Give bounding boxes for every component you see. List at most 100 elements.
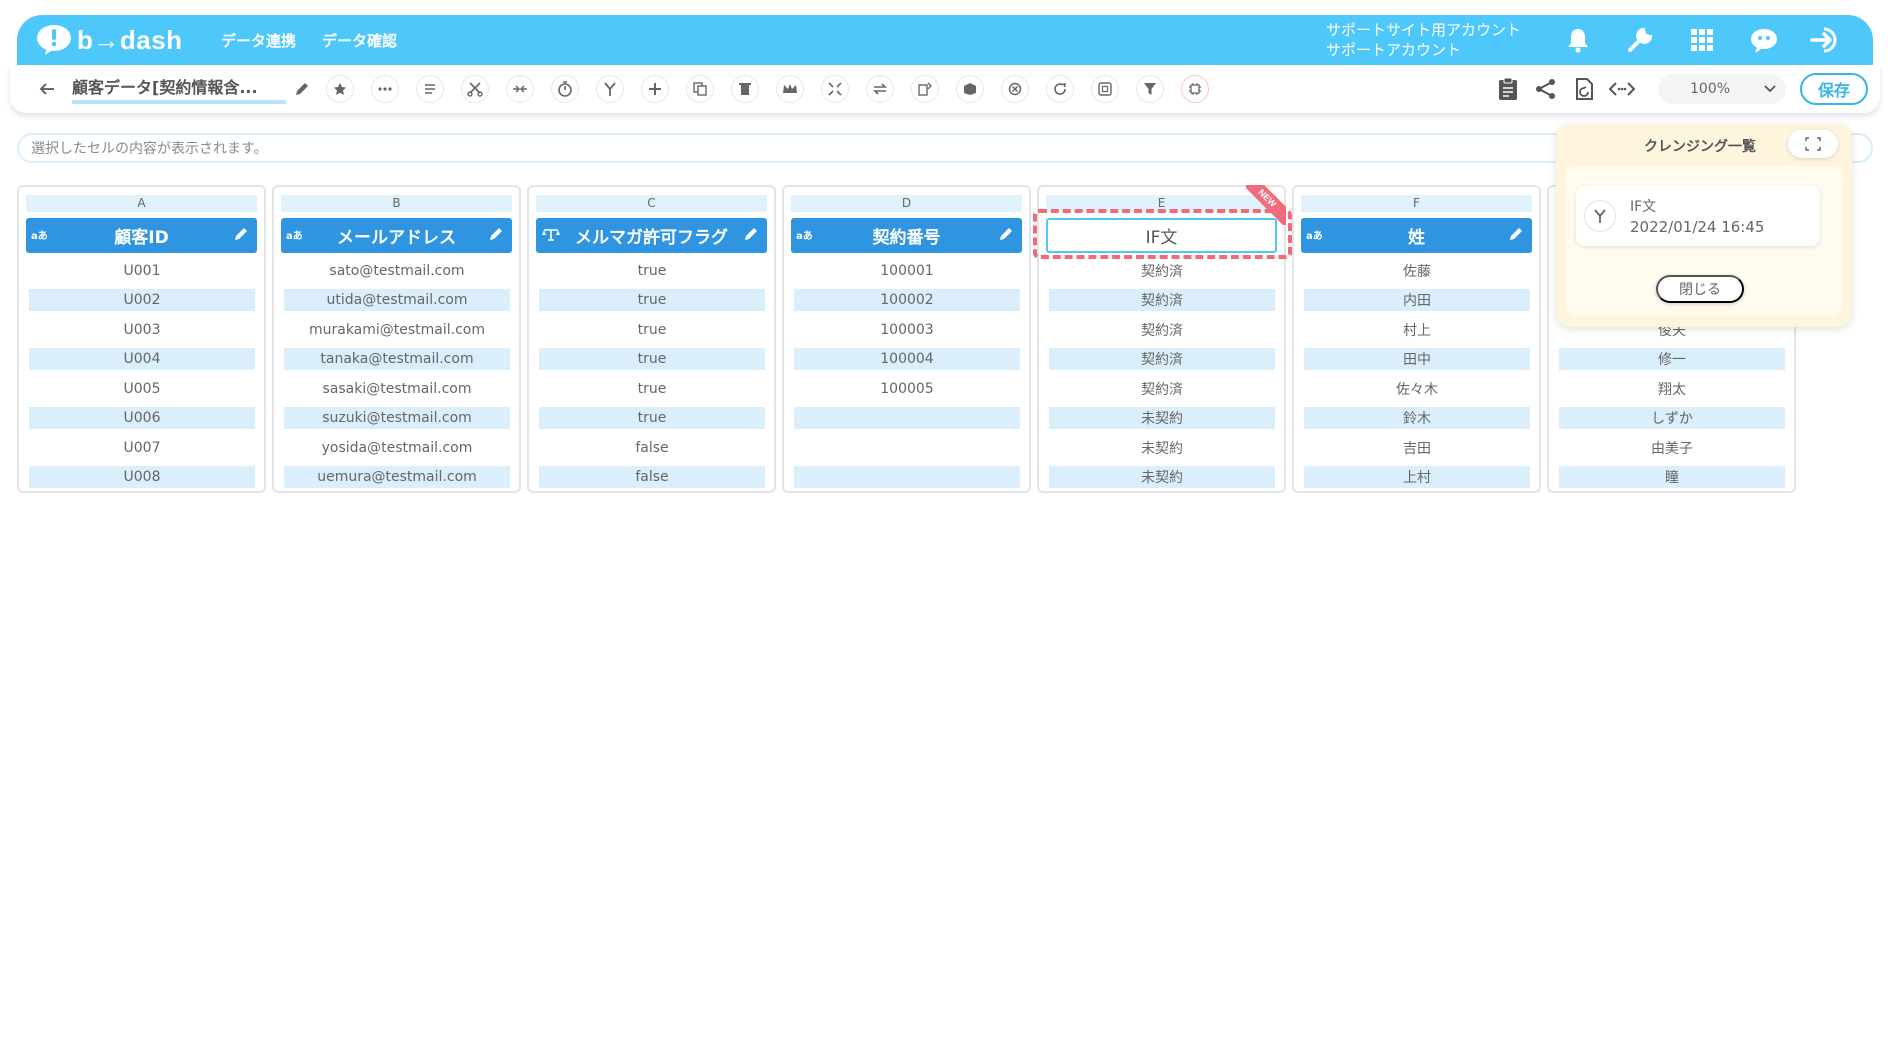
table-cell[interactable]: false — [539, 437, 765, 459]
column-letter[interactable]: F — [1301, 195, 1532, 212]
table-cell[interactable]: true — [539, 348, 765, 370]
table-cell[interactable] — [794, 437, 1020, 459]
table-cell[interactable]: 翔太 — [1559, 378, 1785, 400]
column-header[interactable]: aあ 契約番号 — [791, 218, 1022, 253]
copy-icon[interactable] — [686, 75, 714, 103]
table-cell[interactable]: 佐々木 — [1304, 378, 1530, 400]
table-cell[interactable]: U003 — [29, 319, 255, 341]
back-arrow-icon[interactable] — [34, 76, 60, 102]
table-cell[interactable]: 契約済 — [1049, 378, 1275, 400]
nav-data-integration[interactable]: データ連携 — [221, 30, 296, 51]
table-cell[interactable]: 瞳 — [1559, 466, 1785, 488]
table-cell[interactable]: U008 — [29, 466, 255, 488]
scissors-icon[interactable] — [461, 75, 489, 103]
account-info[interactable]: サポートサイト用アカウント サポートアカウント — [1326, 20, 1521, 60]
table-cell[interactable]: suzuki@testmail.com — [284, 407, 510, 429]
table-cell[interactable]: 100002 — [794, 289, 1020, 311]
table-cell[interactable]: 佐藤 — [1304, 260, 1530, 282]
table-cell[interactable]: 鈴木 — [1304, 407, 1530, 429]
table-cell[interactable]: U005 — [29, 378, 255, 400]
zoom-select[interactable]: 100% — [1658, 74, 1786, 104]
refresh-icon[interactable] — [1046, 75, 1074, 103]
trash-icon[interactable] — [731, 75, 759, 103]
column-header[interactable]: aあ 顧客ID — [26, 218, 257, 253]
table-cell[interactable]: U001 — [29, 260, 255, 282]
collapse-icon[interactable] — [821, 75, 849, 103]
pencil-icon[interactable] — [743, 226, 761, 244]
cancel-circle-icon[interactable] — [1001, 75, 1029, 103]
table-cell[interactable]: U004 — [29, 348, 255, 370]
list-icon[interactable] — [416, 75, 444, 103]
code-icon[interactable] — [1608, 75, 1636, 103]
expand-button[interactable] — [1788, 130, 1838, 158]
table-cell[interactable]: 田中 — [1304, 348, 1530, 370]
table-cell[interactable]: sato@testmail.com — [284, 260, 510, 282]
table-cell[interactable]: U006 — [29, 407, 255, 429]
table-cell[interactable] — [794, 407, 1020, 429]
column-letter[interactable]: D — [791, 195, 1022, 212]
table-cell[interactable]: 吉田 — [1304, 437, 1530, 459]
table-cell[interactable]: U007 — [29, 437, 255, 459]
column-header[interactable]: メルマガ許可フラグ — [536, 218, 767, 253]
table-cell[interactable]: true — [539, 260, 765, 282]
nav-data-check[interactable]: データ確認 — [322, 30, 397, 51]
replace-icon[interactable] — [866, 75, 894, 103]
bell-icon[interactable] — [1561, 23, 1595, 57]
table-cell[interactable]: 100001 — [794, 260, 1020, 282]
clipboard-icon[interactable] — [1494, 75, 1522, 103]
filter-icon[interactable] — [1136, 75, 1164, 103]
table-cell[interactable]: 上村 — [1304, 466, 1530, 488]
frame-icon[interactable] — [1091, 75, 1119, 103]
table-cell[interactable] — [794, 466, 1020, 488]
wrench-icon[interactable] — [1623, 23, 1657, 57]
table-cell[interactable]: 由美子 — [1559, 437, 1785, 459]
column-header-name-input[interactable]: IF文 — [1046, 218, 1277, 253]
close-button[interactable]: 閉じる — [1656, 275, 1744, 303]
column-letter[interactable]: E — [1046, 195, 1277, 212]
cleansing-item[interactable]: IF文 2022/01/24 16:45 — [1576, 186, 1820, 246]
table-cell[interactable]: murakami@testmail.com — [284, 319, 510, 341]
plus-icon[interactable] — [641, 75, 669, 103]
table-cell[interactable]: 100005 — [794, 378, 1020, 400]
table-cell[interactable]: 100003 — [794, 319, 1020, 341]
table-cell[interactable]: しずか — [1559, 407, 1785, 429]
table-cell[interactable]: 未契約 — [1049, 466, 1275, 488]
table-cell[interactable]: uemura@testmail.com — [284, 466, 510, 488]
merge-columns-icon[interactable] — [506, 75, 534, 103]
table-cell[interactable]: 村上 — [1304, 319, 1530, 341]
convert-icon[interactable] — [911, 75, 939, 103]
table-cell[interactable]: utida@testmail.com — [284, 289, 510, 311]
share-icon[interactable] — [1532, 75, 1560, 103]
star-icon[interactable] — [326, 75, 354, 103]
table-cell[interactable]: yosida@testmail.com — [284, 437, 510, 459]
table-cell[interactable]: true — [539, 378, 765, 400]
grid-icon[interactable] — [1685, 23, 1719, 57]
history-icon[interactable] — [1570, 75, 1598, 103]
column-header[interactable]: aあ 姓 — [1301, 218, 1532, 253]
table-cell[interactable]: 契約済 — [1049, 289, 1275, 311]
column-letter[interactable]: C — [536, 195, 767, 212]
pencil-icon[interactable] — [488, 226, 506, 244]
bdash-logo[interactable]: b→dash — [35, 24, 195, 56]
table-title[interactable]: 顧客データ[契約情報含... — [72, 74, 286, 104]
table-cell[interactable]: sasaki@testmail.com — [284, 378, 510, 400]
table-cell[interactable]: U002 — [29, 289, 255, 311]
pencil-icon[interactable] — [233, 226, 251, 244]
table-cell[interactable]: 契約済 — [1049, 348, 1275, 370]
chip-icon[interactable] — [1181, 75, 1209, 103]
table-cell[interactable]: tanaka@testmail.com — [284, 348, 510, 370]
table-cell[interactable]: false — [539, 466, 765, 488]
table-cell[interactable]: true — [539, 289, 765, 311]
crown-icon[interactable] — [776, 75, 804, 103]
table-cell[interactable]: 未契約 — [1049, 437, 1275, 459]
column-header[interactable]: aあ メールアドレス — [281, 218, 512, 253]
table-cell[interactable]: 契約済 — [1049, 319, 1275, 341]
save-button[interactable]: 保存 — [1800, 73, 1868, 105]
logout-icon[interactable] — [1809, 23, 1843, 57]
support-chat-icon[interactable] — [1747, 23, 1781, 57]
more-icon[interactable] — [371, 75, 399, 103]
table-cell[interactable]: 契約済 — [1049, 260, 1275, 282]
table-cell[interactable]: true — [539, 407, 765, 429]
pencil-icon[interactable] — [292, 79, 312, 99]
table-cell[interactable]: 100004 — [794, 348, 1020, 370]
